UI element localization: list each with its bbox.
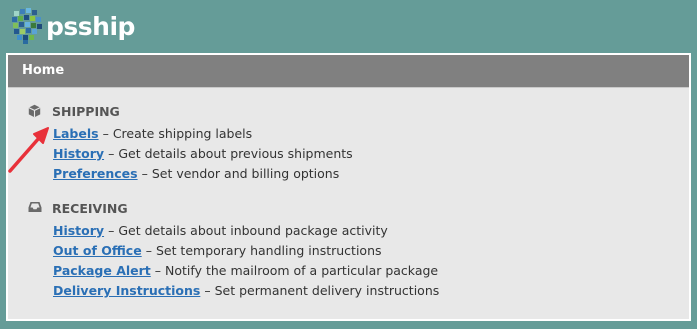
psship-logo[interactable]: psship xyxy=(10,6,135,46)
link-description: Get details about previous shipments xyxy=(118,146,353,161)
delivery-instructions-link[interactable]: Delivery Instructions xyxy=(53,283,200,298)
receiving-title: RECEIVING xyxy=(28,200,439,216)
shipping-title-text: SHIPPING xyxy=(52,103,120,119)
link-description: Get details about inbound package activi… xyxy=(118,223,388,238)
shipping-title: SHIPPING xyxy=(28,103,353,119)
receiving-section: RECEIVING History – Get details about inbo… xyxy=(28,200,439,301)
shipping-section: SHIPPING Labels – Create shipping labels H… xyxy=(28,103,353,184)
link-description: Notify the mailroom of a particular pack… xyxy=(165,263,439,278)
receiving-history-link[interactable]: History xyxy=(53,223,104,238)
link-description: Set temporary handling instructions xyxy=(155,243,382,258)
link-description: Set vendor and billing options xyxy=(151,166,340,181)
package-alert-link[interactable]: Package Alert xyxy=(53,263,151,278)
list-item: Delivery Instructions – Set permanent deli… xyxy=(53,283,440,298)
shipping-labels-link[interactable]: Labels xyxy=(53,126,99,141)
list-item: Preferences – Set vendor and billing optio… xyxy=(53,166,340,181)
pixel-cube-icon xyxy=(12,8,42,44)
box-icon xyxy=(28,104,42,118)
red-arrow-annotation xyxy=(8,127,49,173)
inbox-tray-icon xyxy=(28,201,42,215)
link-description: Set permanent delivery instructions xyxy=(214,283,440,298)
list-item: History – Get details about previous shipm… xyxy=(53,146,353,161)
out-of-office-link[interactable]: Out of Office xyxy=(53,243,142,258)
panel-title: Home xyxy=(8,55,689,88)
shipping-history-link[interactable]: History xyxy=(53,146,104,161)
list-item: Out of Office – Set temporary handling ins… xyxy=(53,243,382,258)
list-item: Labels – Create shipping labels xyxy=(53,126,253,141)
shipping-preferences-link[interactable]: Preferences xyxy=(53,166,138,181)
receiving-title-text: RECEIVING xyxy=(52,200,128,216)
list-item: Package Alert – Notify the mailroom of a p… xyxy=(53,263,439,278)
home-panel: Home SHIPPING Labels – Create shipping lab… xyxy=(6,53,691,321)
brand-name: psship xyxy=(46,11,135,41)
list-item: History – Get details about inbound packag… xyxy=(53,223,388,238)
link-description: Create shipping labels xyxy=(112,126,253,141)
